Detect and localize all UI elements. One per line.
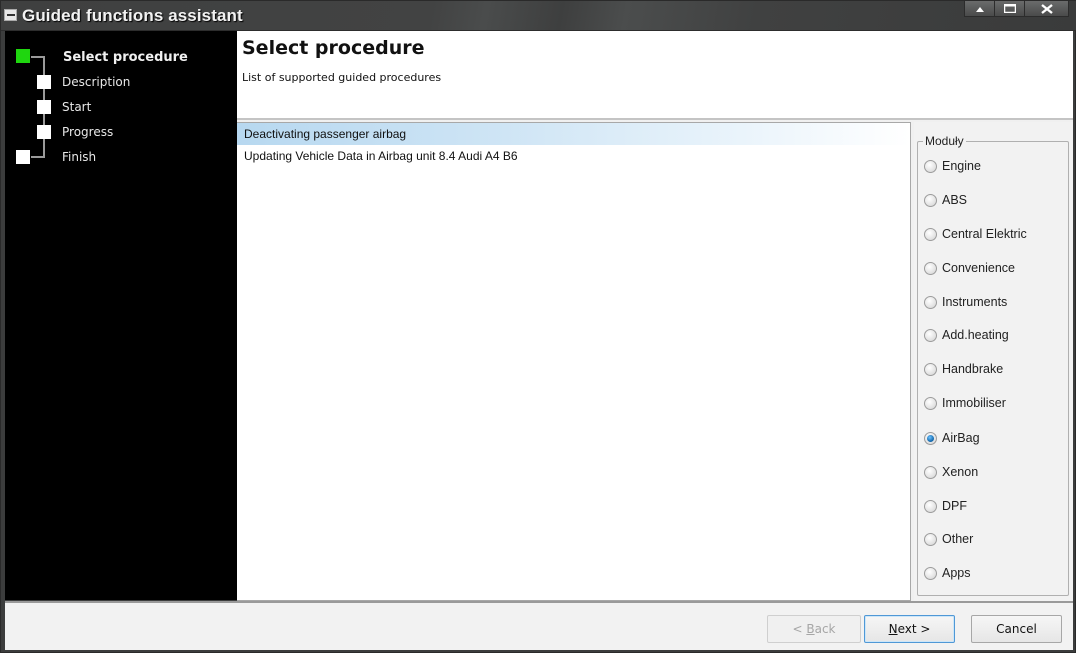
module-radio-handbrake[interactable]: Handbrake: [924, 360, 1003, 378]
radio-button[interactable]: [924, 532, 937, 546]
module-radio-dpf[interactable]: DPF: [924, 497, 967, 515]
step-indicator: [16, 150, 30, 164]
radio-button[interactable]: [924, 295, 937, 309]
step-indicator: [37, 100, 51, 114]
page-subtitle: List of supported guided procedures: [242, 71, 442, 84]
module-radio-engine[interactable]: Engine: [924, 157, 981, 175]
step-finish: Finish: [5, 147, 237, 169]
radio-label[interactable]: Instruments: [942, 295, 1007, 309]
step-indicator: [37, 125, 51, 139]
radio-button[interactable]: [924, 261, 937, 275]
radio-label[interactable]: Xenon: [942, 465, 978, 479]
step-select-procedure: Select procedure: [5, 46, 237, 68]
next-mnemonic: N: [888, 622, 898, 636]
minimize-icon: [975, 6, 984, 12]
radio-button[interactable]: [924, 566, 937, 580]
procedure-list[interactable]: Deactivating passenger airbag Updating V…: [237, 122, 911, 601]
cancel-button[interactable]: Cancel: [971, 615, 1062, 643]
next-button[interactable]: Next >: [864, 615, 955, 643]
radio-button[interactable]: [924, 396, 937, 410]
radio-label[interactable]: AirBag: [942, 431, 980, 445]
module-radio-other[interactable]: Other: [924, 530, 973, 548]
radio-label[interactable]: Immobiliser: [942, 396, 1006, 410]
title-bar[interactable]: Guided functions assistant: [1, 1, 1076, 31]
radio-button[interactable]: [924, 328, 937, 342]
radio-label[interactable]: Central Elektric: [942, 227, 1027, 241]
page-header: Select procedure List of supported guide…: [237, 31, 1073, 119]
procedure-item[interactable]: Deactivating passenger airbag: [237, 123, 910, 145]
step-description: Description: [5, 72, 237, 94]
step-label: Start: [62, 100, 92, 114]
radio-button[interactable]: [924, 465, 937, 479]
procedure-item[interactable]: Updating Vehicle Data in Airbag unit 8.4…: [237, 145, 910, 167]
close-button[interactable]: [1024, 1, 1069, 17]
module-radio-convenience[interactable]: Convenience: [924, 259, 1015, 277]
step-label: Progress: [62, 125, 114, 139]
radio-label[interactable]: Convenience: [942, 261, 1015, 275]
minimize-button[interactable]: [964, 1, 995, 17]
radio-label[interactable]: Apps: [942, 566, 971, 580]
back-prefix: <: [792, 622, 807, 636]
maximize-icon: [1003, 4, 1016, 13]
radio-label[interactable]: Handbrake: [942, 362, 1003, 376]
close-icon: [1040, 3, 1053, 14]
back-button[interactable]: < Back: [767, 615, 861, 643]
modules-groupbox: Moduły Engine ABS Central Elektric Conve…: [917, 134, 1069, 596]
radio-button[interactable]: [924, 499, 937, 513]
module-radio-apps[interactable]: Apps: [924, 564, 971, 582]
button-bar: < Back Next > Cancel: [5, 601, 1073, 650]
radio-label[interactable]: Add.heating: [942, 328, 1009, 342]
module-radio-xenon[interactable]: Xenon: [924, 463, 978, 481]
radio-label[interactable]: Engine: [942, 159, 981, 173]
radio-label[interactable]: DPF: [942, 499, 967, 513]
system-menu-icon[interactable]: [4, 9, 17, 21]
back-mnemonic: B: [806, 622, 815, 636]
back-rest: ack: [814, 622, 836, 636]
next-rest: ext >: [897, 622, 931, 636]
radio-label[interactable]: ABS: [942, 193, 967, 207]
modules-panel: Moduły Engine ABS Central Elektric Conve…: [914, 122, 1073, 601]
step-label: Select procedure: [63, 50, 188, 65]
window-controls: [964, 1, 1069, 17]
radio-button[interactable]: [924, 227, 937, 241]
modules-legend: Moduły: [923, 134, 966, 148]
module-radio-central-elektric[interactable]: Central Elektric: [924, 225, 1027, 243]
step-start: Start: [5, 97, 237, 119]
page-title: Select procedure: [242, 37, 425, 59]
step-label: Description: [62, 75, 131, 89]
radio-button[interactable]: [924, 362, 937, 376]
radio-button[interactable]: [924, 159, 937, 173]
module-radio-instruments[interactable]: Instruments: [924, 293, 1007, 311]
radio-label[interactable]: Other: [942, 532, 973, 546]
step-progress: Progress: [5, 122, 237, 144]
wizard-steps-panel: Select procedure Description Start Progr…: [5, 31, 237, 600]
maximize-button[interactable]: [994, 1, 1025, 17]
window-title: Guided functions assistant: [22, 6, 243, 25]
wizard-window: Guided functions assistant Select proced…: [0, 0, 1076, 653]
radio-button-checked[interactable]: [924, 431, 937, 445]
step-indicator-active: [16, 49, 30, 63]
module-radio-airbag[interactable]: AirBag: [924, 429, 980, 447]
step-label: Finish: [62, 150, 97, 164]
module-radio-add-heating[interactable]: Add.heating: [924, 326, 1009, 344]
main-panel: Deactivating passenger airbag Updating V…: [237, 118, 1073, 601]
module-radio-abs[interactable]: ABS: [924, 191, 967, 209]
step-indicator: [37, 75, 51, 89]
radio-button[interactable]: [924, 193, 937, 207]
module-radio-immobiliser[interactable]: Immobiliser: [924, 394, 1006, 412]
